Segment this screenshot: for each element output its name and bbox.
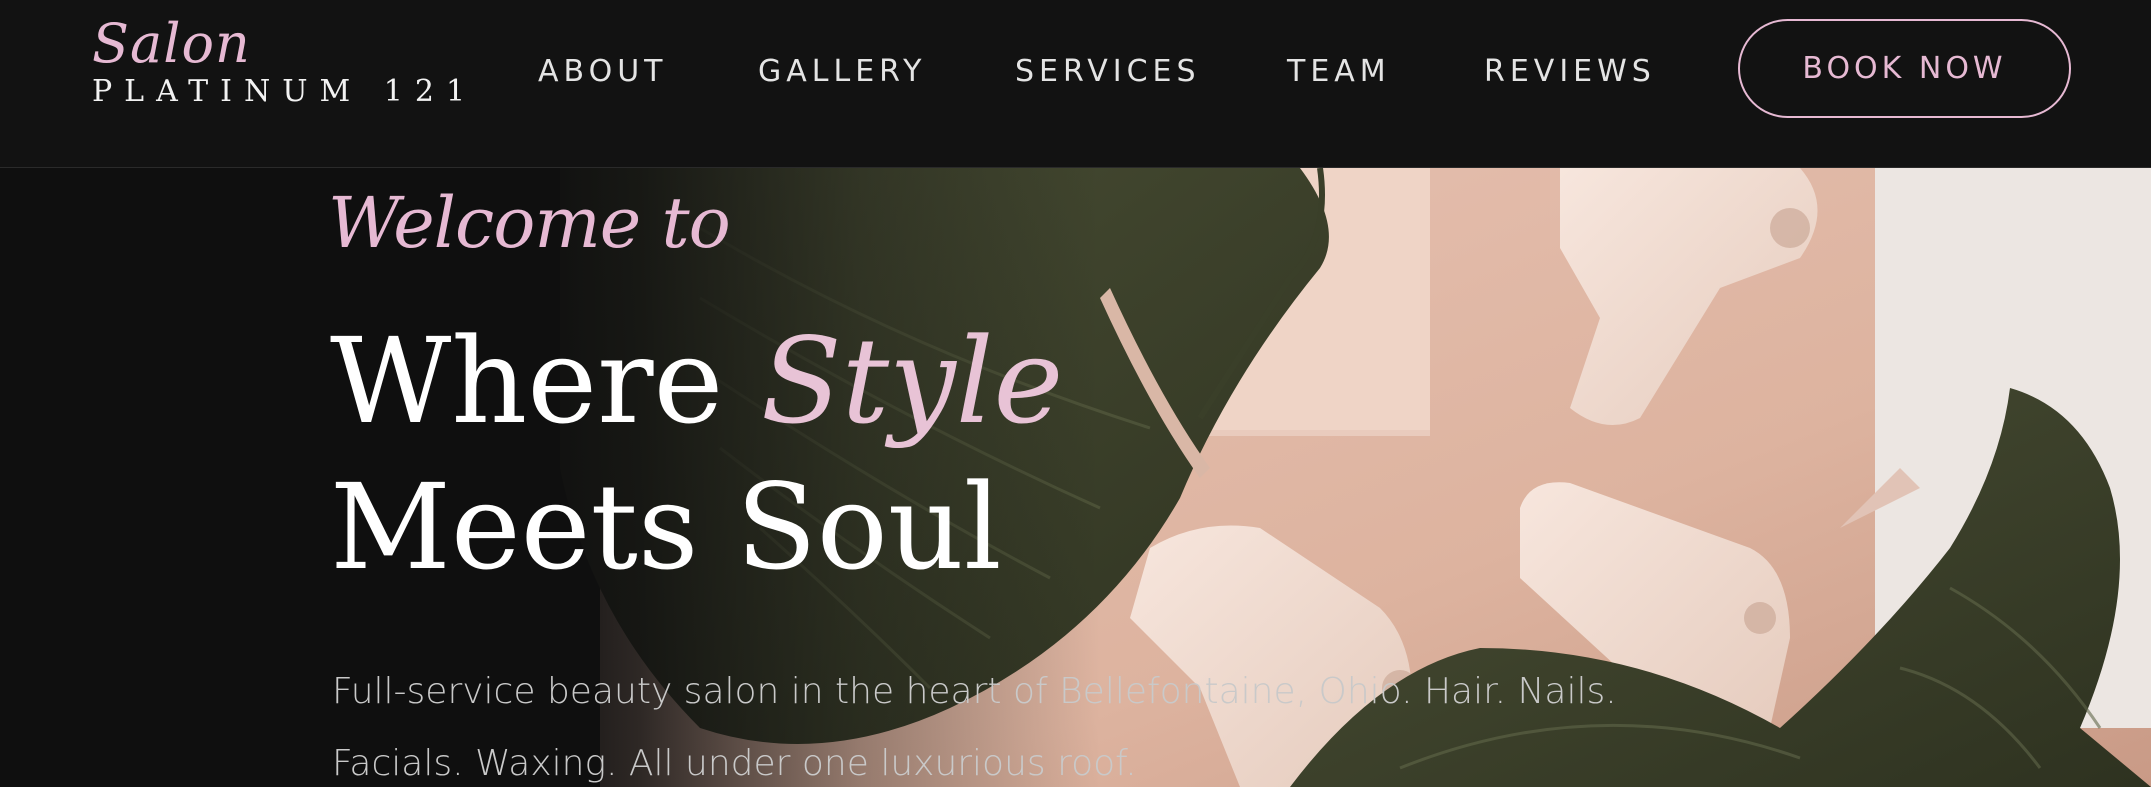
- welcome-script: Welcome to: [328, 182, 731, 264]
- nav-team[interactable]: TEAM: [1287, 52, 1391, 92]
- headline-line2: Meets Soul: [330, 458, 1002, 596]
- book-now-button[interactable]: BOOK NOW: [1738, 19, 2071, 118]
- brand-logo[interactable]: Salon PLATINUM 121: [92, 12, 477, 110]
- description-line2: Facials. Waxing. All under one luxurious…: [332, 743, 1137, 784]
- nav-reviews[interactable]: REVIEWS: [1484, 52, 1656, 92]
- brand-name: PLATINUM 121: [92, 74, 478, 109]
- nav-about[interactable]: ABOUT: [538, 52, 667, 92]
- headline-accent: Style: [760, 312, 1064, 450]
- nav-services[interactable]: SERVICES: [1015, 52, 1201, 92]
- site-header: Salon PLATINUM 121 ABOUT GALLERY SERVICE…: [0, 0, 2151, 168]
- hero-section: Welcome to Where Style Meets Soul Full-s…: [0, 168, 2151, 787]
- nav-gallery[interactable]: GALLERY: [758, 52, 926, 92]
- hero-description: Full-service beauty salon in the heart o…: [332, 656, 1632, 787]
- brand-script: Salon: [92, 12, 251, 75]
- hero-headline: Where Style Meets Soul: [330, 308, 1063, 600]
- description-line1: Full-service beauty salon in the heart o…: [332, 671, 1617, 712]
- headline-part1: Where: [330, 312, 761, 450]
